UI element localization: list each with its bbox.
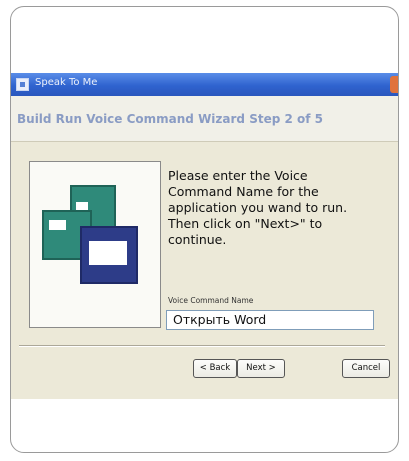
navy-window — [80, 226, 138, 284]
window-title: Speak To Me — [35, 77, 98, 88]
instruction-line: continue. — [168, 232, 227, 247]
title-bar[interactable]: Speak To Me — [11, 73, 398, 96]
instruction-line: application you wand to run. — [168, 200, 348, 215]
voice-command-name-input[interactable]: Открыть Word — [166, 310, 374, 330]
instruction-text: Please enter the Voice Command Name for … — [168, 168, 368, 248]
instruction-line: Please enter the Voice — [168, 168, 308, 183]
wizard-image-panel — [29, 161, 161, 328]
voice-command-name-label: Voice Command Name — [168, 296, 254, 305]
wizard-step-title: Build Run Voice Command Wizard Step 2 of… — [17, 112, 323, 126]
next-button[interactable]: Next > — [237, 359, 285, 378]
instruction-line: Then click on "Next>" to — [168, 216, 323, 231]
wizard-dialog: Speak To Me Build Run Voice Command Wiza… — [11, 73, 398, 399]
close-icon[interactable] — [390, 76, 398, 93]
screenshot-frame: Speak To Me Build Run Voice Command Wiza… — [10, 6, 399, 453]
button-separator — [19, 345, 385, 347]
app-icon[interactable] — [16, 78, 29, 91]
cancel-button[interactable]: Cancel — [342, 359, 390, 378]
back-button[interactable]: < Back — [193, 359, 237, 378]
wizard-header: Build Run Voice Command Wizard Step 2 of… — [11, 96, 398, 142]
instruction-line: Command Name for the — [168, 184, 319, 199]
